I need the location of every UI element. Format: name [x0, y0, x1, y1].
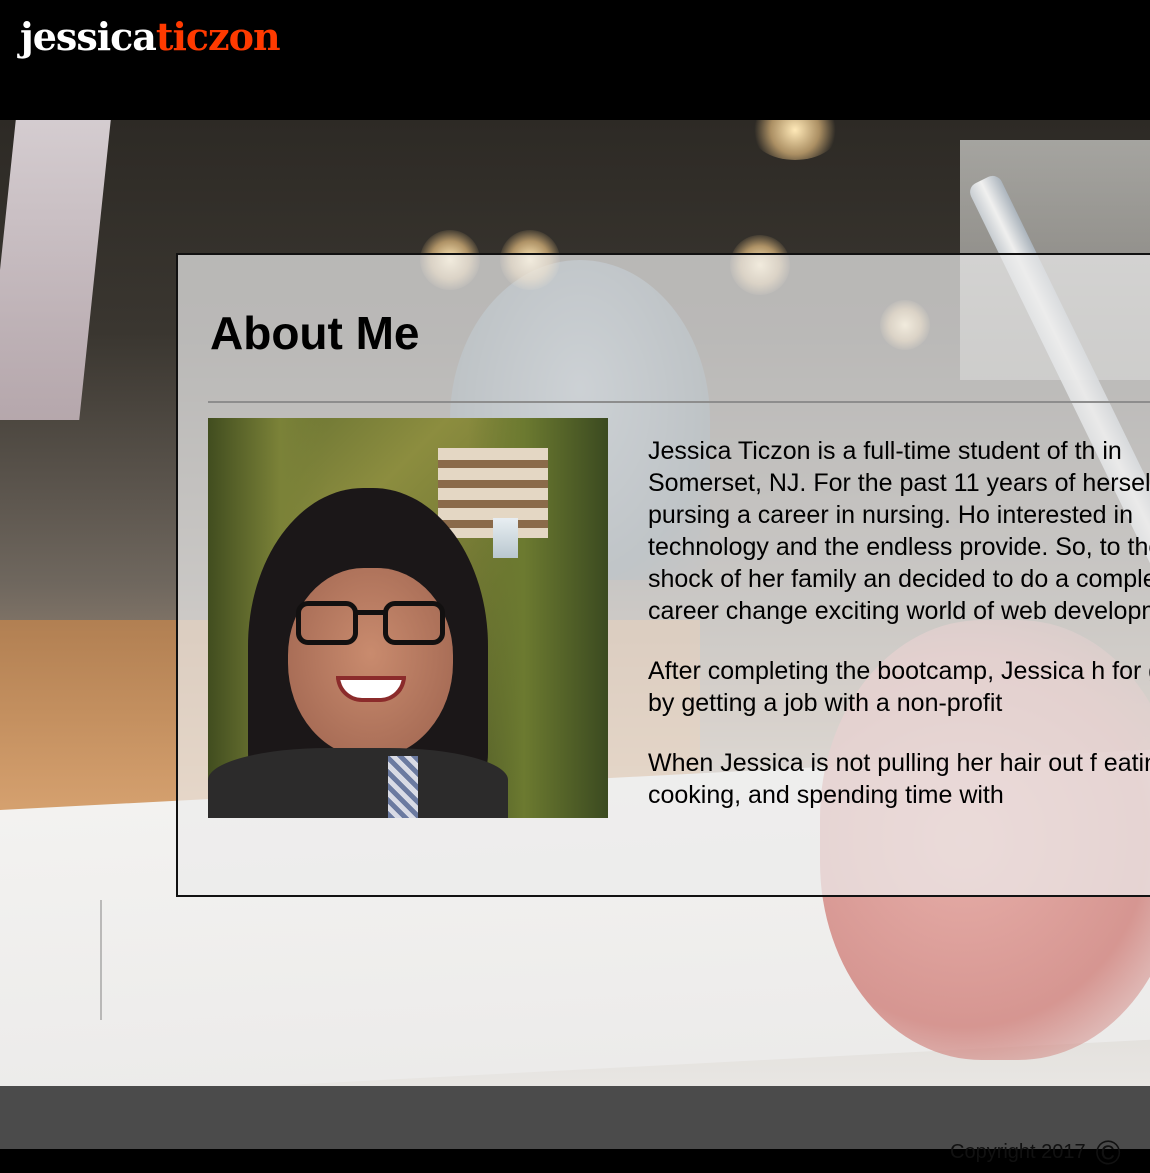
site-header: jessicaticzon [0, 0, 1150, 120]
bio-paragraph: When Jessica is not pulling her hair out… [648, 749, 1150, 809]
profile-photo [208, 418, 608, 818]
logo-first-name: jessica [20, 14, 157, 59]
background-light [750, 120, 840, 160]
bio-paragraph: Jessica Ticzon is a full-time student of… [648, 437, 1150, 625]
photo-waterfall [493, 518, 518, 558]
copyright-text: Copyright 2017 [950, 1141, 1086, 1163]
background-sketch [100, 900, 522, 1020]
bio-paragraph: After completing the bootcamp, Jessica h… [648, 657, 1150, 717]
copyright: Copyright 2017 © [950, 1134, 1121, 1173]
title-divider [208, 401, 1150, 403]
background-window-left [0, 120, 111, 420]
site-logo[interactable]: jessicaticzon [20, 12, 281, 62]
photo-collar [388, 756, 418, 818]
photo-face [288, 568, 453, 758]
photo-glasses-right [383, 601, 445, 645]
site-footer: Copyright 2017 © [0, 1086, 1150, 1172]
photo-shirt [208, 748, 508, 818]
photo-glasses-bridge [356, 610, 386, 615]
bio-text: Jessica Ticzon is a full-time student of… [648, 435, 1150, 839]
copyright-icon: © [1095, 1134, 1121, 1172]
logo-last-name: ticzon [155, 14, 281, 59]
about-card: About Me Jessica Ticzon is a full-time s… [176, 253, 1150, 897]
about-title: About Me [210, 307, 420, 359]
photo-glasses-left [296, 601, 358, 645]
